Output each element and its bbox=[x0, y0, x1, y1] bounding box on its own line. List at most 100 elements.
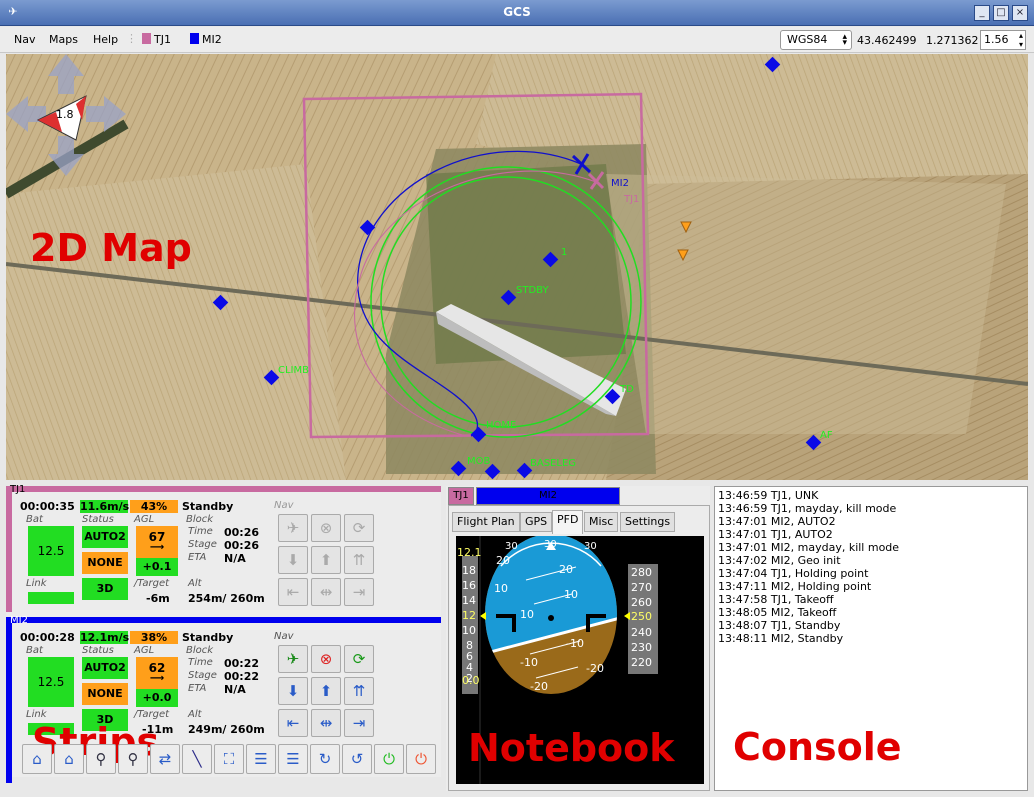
mi2-up-button[interactable]: ⬆ bbox=[311, 677, 341, 705]
pfd-alt-tick: 260 bbox=[631, 596, 652, 609]
strip-tj1[interactable]: TJ1 00:00:35 11.6m/s 43% Standby Bat Sta… bbox=[6, 484, 441, 613]
mi2-climb-arrow-icon: ⟶ bbox=[149, 673, 165, 684]
tj1-right-button[interactable]: ⇥ bbox=[344, 578, 374, 606]
tj1-left-button[interactable]: ⇤ bbox=[278, 578, 308, 606]
aircraft-selector-tj1[interactable]: TJ1 bbox=[142, 33, 171, 46]
mi2-stage-time: 00:22 bbox=[224, 670, 260, 683]
notebook-tab-mi2[interactable]: MI2 bbox=[476, 487, 620, 505]
tab-gps[interactable]: GPS bbox=[520, 512, 553, 532]
tj1-gps-mode: NONE bbox=[82, 552, 128, 574]
tj1-bat-label: Bat bbox=[26, 514, 43, 525]
tj1-kill-button[interactable]: ⊗ bbox=[311, 514, 341, 542]
search-button[interactable]: ⚲ bbox=[118, 744, 148, 774]
tab-flight-plan[interactable]: Flight Plan bbox=[452, 512, 520, 532]
tj1-block-name[interactable]: Standby bbox=[182, 500, 233, 513]
tj1-time-label: Time bbox=[188, 526, 213, 537]
mi2-block-time: 00:22 bbox=[224, 657, 260, 670]
mi2-block-label: Block bbox=[186, 645, 214, 656]
mi2-block-name[interactable]: Standby bbox=[182, 631, 233, 644]
tj1-resurrect-button[interactable]: ⟳ bbox=[344, 514, 374, 542]
waypoint-label-td: TD bbox=[620, 384, 634, 395]
tab-settings[interactable]: Settings bbox=[620, 512, 676, 532]
strip-tj1-color-bar bbox=[6, 492, 12, 612]
waypoint-label-baseleg: BASELEG bbox=[530, 458, 577, 469]
console-line: 13:47:01 MI2, mayday, kill mode bbox=[718, 541, 900, 554]
close-button[interactable]: × bbox=[1012, 5, 1028, 21]
home-button[interactable]: ⌂ bbox=[54, 744, 84, 774]
console-line: 13:47:01 TJ1, AUTO2 bbox=[718, 528, 833, 541]
zoom-spinbox[interactable]: 1.56 ▴ ▾ bbox=[980, 30, 1026, 50]
ruler-button[interactable]: ⚲ bbox=[86, 744, 116, 774]
mi2-status-label: Status bbox=[82, 645, 114, 656]
tj1-up-button[interactable]: ⬆ bbox=[311, 546, 341, 574]
maximize-button[interactable]: □ bbox=[993, 5, 1009, 21]
mi2-kill-button[interactable]: ⊗ bbox=[311, 645, 341, 673]
mi2-gps-mode: NONE bbox=[82, 683, 128, 705]
power-on-button[interactable]: ⏻ bbox=[374, 744, 404, 774]
mi2-climb: +0.0 bbox=[136, 689, 178, 707]
undo-button[interactable]: ↺ bbox=[342, 744, 372, 774]
pfd-speed-min: 0.0 bbox=[462, 674, 480, 687]
menu-bar: Nav Maps Help ⋮ TJ1 MI2 WGS84 ▴ ▾ 43.46249… bbox=[0, 27, 1034, 53]
tab-misc[interactable]: Misc bbox=[584, 512, 619, 532]
tj1-down-button[interactable]: ⬇ bbox=[278, 546, 308, 574]
mi2-resurrect-button[interactable]: ⟳ bbox=[344, 645, 374, 673]
mi2-battery: 12.5 bbox=[28, 657, 74, 707]
zoom-spin-icon: ▴ ▾ bbox=[1018, 31, 1023, 49]
console-panel[interactable]: 13:46:59 TJ1, UNK 13:46:59 TJ1, mayday, … bbox=[714, 486, 1028, 791]
tj1-launch-button[interactable]: ✈ bbox=[278, 514, 308, 542]
mi2-down-button[interactable]: ⬇ bbox=[278, 677, 308, 705]
console-line: 13:47:58 TJ1, Takeoff bbox=[718, 593, 834, 606]
compass-value: 1.8 bbox=[56, 108, 74, 121]
pfd-alt-tick: 230 bbox=[631, 641, 652, 654]
waypoint-label-mob: MOB bbox=[467, 456, 491, 467]
tj1-link-label: Link bbox=[26, 578, 47, 589]
menu-help[interactable]: Help bbox=[93, 33, 118, 46]
settings-upload-button[interactable]: ☰ bbox=[246, 744, 276, 774]
tj1-center-button[interactable]: ⇹ bbox=[311, 578, 341, 606]
menu-nav[interactable]: Nav bbox=[14, 33, 35, 46]
tj1-ap-mode: AUTO2 bbox=[82, 526, 128, 548]
aircraft-selector-mi2[interactable]: MI2 bbox=[190, 33, 222, 46]
track-button[interactable]: ╲ bbox=[182, 744, 212, 774]
mi2-launch-button[interactable]: ✈ bbox=[278, 645, 308, 673]
tj1-target: -6m bbox=[146, 592, 170, 605]
tj1-climb: +0.1 bbox=[136, 558, 178, 576]
pfd-pitch-mark: 10 bbox=[520, 608, 534, 621]
console-overlay-label: Console bbox=[733, 725, 902, 769]
mi2-alt: 249m/ 260m bbox=[188, 723, 265, 736]
mi2-time-label: Time bbox=[188, 657, 213, 668]
geo-system-select[interactable]: WGS84 ▴ ▾ bbox=[780, 30, 852, 50]
fit-button[interactable]: ⛶ bbox=[214, 744, 244, 774]
mi2-center-button[interactable]: ⇹ bbox=[311, 709, 341, 737]
pfd-speed-tick: 10 bbox=[462, 624, 476, 637]
strip-tj1-name: TJ1 bbox=[10, 484, 26, 495]
map-2d[interactable]: 1.8 1 STDBY TD CLIMB HOME MOB BASELEG AF… bbox=[6, 54, 1028, 480]
mi2-bat-label: Bat bbox=[26, 645, 43, 656]
notebook-tab-tj1[interactable]: TJ1 bbox=[448, 487, 474, 505]
power-off-button[interactable]: ⏻ bbox=[406, 744, 436, 774]
title-bar: ✈ GCS _ □ × bbox=[0, 0, 1034, 26]
switch-button[interactable]: ⇄ bbox=[150, 744, 180, 774]
menu-maps[interactable]: Maps bbox=[49, 33, 78, 46]
mi2-fast-up-button[interactable]: ⇈ bbox=[344, 677, 374, 705]
tj1-eta-label: ETA bbox=[188, 552, 207, 563]
pfd-speed-tick: 18 bbox=[462, 564, 476, 577]
tab-pfd[interactable]: PFD bbox=[552, 510, 584, 534]
tj1-fast-up-button[interactable]: ⇈ bbox=[344, 546, 374, 574]
mi2-throttle: 38% bbox=[130, 631, 178, 644]
pfd-speed-tick: 12 bbox=[462, 609, 476, 622]
mi2-right-button[interactable]: ⇥ bbox=[344, 709, 374, 737]
mi2-eta: N/A bbox=[224, 683, 246, 696]
aircraft-label-tj1: TJ1 bbox=[624, 194, 640, 205]
tj1-selector-label: TJ1 bbox=[154, 33, 171, 46]
strip-tj1-header: TJ1 bbox=[6, 484, 441, 495]
tj1-status-label: Status bbox=[82, 514, 114, 525]
minimize-button[interactable]: _ bbox=[974, 5, 990, 21]
tj1-alt-label: Alt bbox=[188, 578, 202, 589]
pfd-speed-tick: 14 bbox=[462, 594, 476, 607]
mi2-left-button[interactable]: ⇤ bbox=[278, 709, 308, 737]
settings-download-button[interactable]: ☰ bbox=[278, 744, 308, 774]
redo-button[interactable]: ↻ bbox=[310, 744, 340, 774]
center-ac-button[interactable]: ⌂ bbox=[22, 744, 52, 774]
